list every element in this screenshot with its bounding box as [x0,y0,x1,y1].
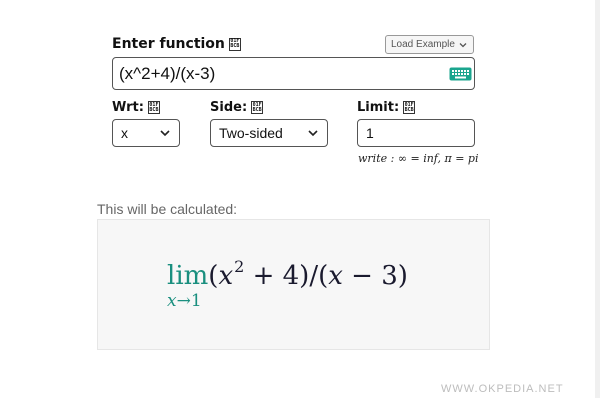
lim-subscript: x→1 [167,291,202,311]
limit-expression: lim x→1 (x2 + 4)/(x − 3) [167,257,408,311]
limit-label: Limit: 01F BCB [357,100,416,115]
missing-glyph-icon: 01F BCB [228,37,241,51]
function-input[interactable]: (x^2+4)/(x-3) [112,57,475,90]
lim-operator: lim x→1 [167,261,209,311]
missing-glyph-icon: 01F BCB [403,101,416,114]
function-label: Enter function 01F BCB [112,36,241,52]
site-watermark: WWW.OKPEDIA.NET [441,383,564,395]
side-label: Side: 01F BCB [210,100,264,115]
wrt-label: Wrt: 01F BCB [112,100,160,115]
missing-glyph-icon: 01F BCB [147,101,160,114]
input-hint: write : ∞ = inf, π = pi [358,152,479,165]
limit-input[interactable]: 1 [357,119,475,147]
wrt-select[interactable]: x [112,119,180,147]
chevron-down-icon [308,130,318,137]
load-example-select[interactable]: Load Example [385,35,474,54]
missing-glyph-icon: 01F BCB [251,101,264,114]
chevron-down-icon [160,130,170,137]
side-select[interactable]: Two-sided [210,119,328,147]
keyboard-icon[interactable] [449,67,472,81]
scrollbar[interactable] [595,0,600,398]
preview-label: This will be calculated: [97,201,238,217]
chevron-down-icon [459,42,467,47]
